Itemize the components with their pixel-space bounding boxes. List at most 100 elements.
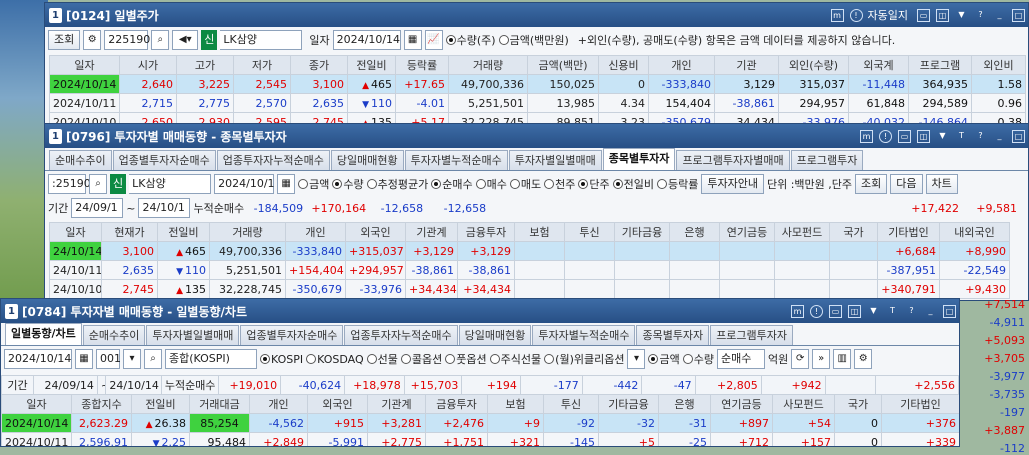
period-to[interactable]: 24/10/14 [105,375,162,395]
column-header[interactable]: 사모펀드 [772,394,835,414]
stock-name-field[interactable]: LK삼양 [129,174,212,194]
market-name-field[interactable]: 종합(KOSPI) [165,349,257,369]
radio-single[interactable]: 단주 [578,176,610,192]
column-header[interactable]: 신용비 [598,55,649,75]
column-header[interactable]: 개인 [285,222,346,242]
column-header[interactable]: 기관계 [405,222,458,242]
help-icon[interactable]: ? [905,305,918,318]
font-icon[interactable]: T [886,305,899,318]
next-icon[interactable]: » [812,349,831,369]
date-input[interactable]: 2024/10/14 [4,349,72,369]
column-header[interactable]: 사모펀드 [774,222,830,242]
column-header[interactable]: 일자 [1,394,72,414]
radio-futures[interactable]: 선물 [366,351,398,367]
date-input[interactable]: 2024/10/14 [332,30,401,50]
radio-quantity[interactable]: 수량(주) [445,32,496,48]
period-to[interactable]: 24/10/1 [138,198,191,218]
search-icon[interactable]: ⌕ [151,30,170,50]
column-header[interactable]: 종가 [290,55,348,75]
title-bar[interactable]: 1 [0784] 투자자별 매매동향 - 일별동향/차트 m ! ▭ ◫ ▼ T… [1,299,959,323]
info-icon[interactable]: ! [849,8,863,22]
investor-guide-button[interactable]: 투자자안내 [701,174,764,194]
market-code-input[interactable]: 001 [96,349,121,369]
link-icon[interactable]: ▭ [829,304,842,318]
column-header[interactable]: 투신 [543,394,599,414]
tab[interactable]: 투자자별누적순매수 [404,150,508,170]
table-row[interactable]: 24/10/112,6351105,251,501+154,404+294,95… [49,260,1010,280]
tab[interactable]: 종목별투자자 [636,325,710,345]
tab[interactable]: 업종투자자누적순매수 [216,150,330,170]
chart-icon[interactable]: 📈 [424,30,443,50]
tab[interactable]: 투자자별일별매매 [146,325,240,345]
column-header[interactable]: 외국인 [345,222,406,242]
calendar-icon[interactable]: ▦ [277,174,296,194]
tab[interactable]: 업종별투자자순매수 [240,325,344,345]
column-header[interactable]: 기타법인 [877,222,940,242]
refresh-icon[interactable]: ⟳ [791,349,810,369]
column-header[interactable]: 외인(수량) [778,55,849,75]
column-header[interactable]: 기관 [714,55,779,75]
menu-icon[interactable]: m [830,8,844,22]
date-input[interactable]: 2024/10/1 [214,174,275,194]
link-icon[interactable]: ▭ [917,8,930,22]
speaker-icon[interactable]: ◀▾ [172,30,199,50]
minimize-icon[interactable]: _ [924,305,937,318]
column-header[interactable]: 기타금융 [614,222,670,242]
column-header[interactable]: 연기금등 [719,222,775,242]
column-header[interactable]: 기타금융 [598,394,659,414]
radio-buy[interactable]: 매수 [475,176,507,192]
title-bar[interactable]: 1 [0796] 투자자별 매매동향 - 종목별투자자 m ! ▭ ◫ ▼ T … [45,124,1028,148]
search-icon[interactable]: ⌕ [89,174,107,194]
column-header[interactable]: 거래대금 [189,394,250,414]
pin-icon[interactable]: ▼ [867,305,880,318]
column-header[interactable]: 전일비 [347,55,396,75]
column-header[interactable]: 외인비 [971,55,1026,75]
column-header[interactable]: 보험 [514,222,565,242]
tab[interactable]: 투자자별일별매매 [508,150,602,170]
chart-button[interactable]: 차트 [925,174,958,194]
column-header[interactable]: 일자 [49,222,102,242]
tab[interactable]: 당일매매현황 [330,150,404,170]
radio-amount[interactable]: 금액 [648,351,680,367]
radio-put[interactable]: 풋옵션 [445,351,487,367]
tab[interactable]: 당일매매현황 [458,325,532,345]
auto-log-link[interactable]: 자동일지 [868,7,908,23]
radio-net-buy[interactable]: 순매수 [431,176,473,192]
window-icon[interactable]: ◫ [848,304,861,318]
info-icon[interactable]: ! [810,304,823,318]
minimize-icon[interactable]: _ [993,9,1006,22]
maximize-icon[interactable]: □ [1012,129,1025,143]
column-header[interactable]: 현재가 [101,222,158,242]
type-select[interactable]: 순매수 [716,349,765,369]
column-header[interactable]: 외국계 [848,55,909,75]
column-header[interactable]: 은행 [669,222,720,242]
column-header[interactable]: 금액(백만) [527,55,599,75]
radio-thousand[interactable]: 천주 [544,176,575,192]
tab[interactable]: 업종별투자자순매수 [112,150,216,170]
query-button[interactable]: 조회 [855,174,888,194]
radio-kospi[interactable]: KOSPI [260,353,303,366]
window-icon[interactable]: ◫ [936,8,949,22]
title-bar[interactable]: 1 [0124] 일별주가 m ! 자동일지 ▭ ◫ ▼ ? _ □ [45,3,1028,27]
column-header[interactable]: 저가 [233,55,291,75]
menu-icon[interactable]: m [860,129,873,143]
column-header[interactable]: 종합지수 [71,394,132,414]
pin-icon[interactable]: ▼ [955,9,968,22]
column-header[interactable]: 외국인 [307,394,368,414]
radio-weekly[interactable]: (월)위클리옵션 [544,351,624,367]
column-header[interactable]: 개인 [249,394,308,414]
radio-call[interactable]: 콜옵션 [400,351,442,367]
column-header[interactable]: 금융투자 [457,222,515,242]
column-header[interactable]: 국가 [829,222,878,242]
table-row[interactable]: 2024/10/142,6403,2252,5453,100465+17.654… [49,74,1026,94]
dropdown-icon[interactable]: ▾ [627,349,646,369]
column-header[interactable]: 기관계 [367,394,426,414]
dropdown-icon[interactable]: ▾ [123,349,141,369]
tab[interactable]: 순매수추이 [82,325,146,345]
help-icon[interactable]: ? [974,130,987,143]
minimize-icon[interactable]: _ [993,130,1006,143]
next-button[interactable]: 다음 [890,174,923,194]
radio-quantity[interactable]: 수량 [332,176,364,192]
column-header[interactable]: 프로그램 [908,55,972,75]
table-row[interactable]: 2024/10/112,596.912.2595,484+2,849-5,991… [1,432,959,446]
